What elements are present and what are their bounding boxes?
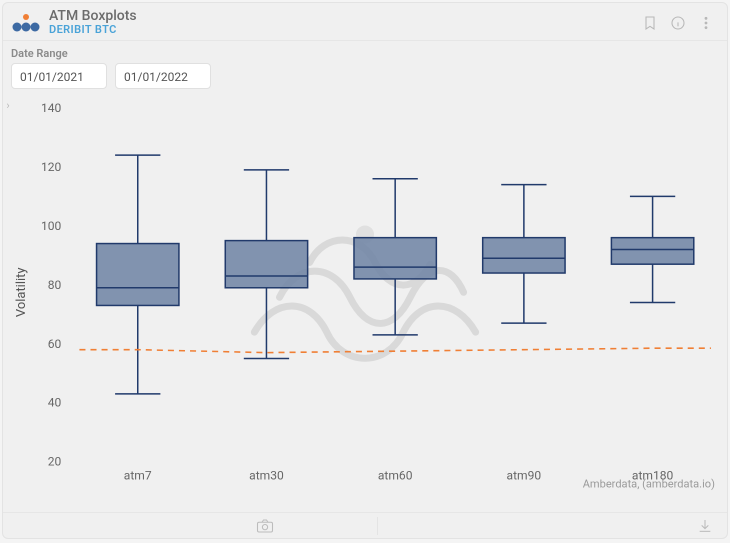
date-from-input[interactable]: 01/01/2021 <box>11 63 107 89</box>
attribution-text: Amberdata, (amberdata.io) <box>583 478 715 491</box>
y-tick-label: 20 <box>48 455 62 469</box>
chart-card: ATM Boxplots DERIBIT BTC Date Range 01/0… <box>2 2 728 539</box>
x-tick-label: atm7 <box>124 469 152 483</box>
controls-row: Date Range 01/01/2021 01/01/2022 <box>3 41 727 93</box>
x-tick-label: atm60 <box>378 469 413 483</box>
date-to-input[interactable]: 01/01/2022 <box>115 63 211 89</box>
footer-bar <box>3 512 727 538</box>
box <box>483 185 565 324</box>
y-tick-label: 120 <box>41 160 62 174</box>
box <box>97 156 179 395</box>
header-bar: ATM Boxplots DERIBIT BTC <box>3 3 727 41</box>
box-series <box>97 156 694 395</box>
y-axis: 20 40 60 80 100 120 140 <box>41 101 62 469</box>
x-tick-label: atm30 <box>249 469 284 483</box>
y-tick-label: 140 <box>41 101 62 115</box>
x-tick-label: atm90 <box>507 469 542 483</box>
bookmark-icon[interactable] <box>639 12 661 34</box>
y-tick-label: 100 <box>41 219 62 233</box>
more-icon[interactable] <box>695 12 717 34</box>
box <box>225 170 307 359</box>
card-title: ATM Boxplots <box>49 9 137 24</box>
camera-icon[interactable] <box>253 516 277 536</box>
y-tick-label: 40 <box>48 396 62 410</box>
date-range-label: Date Range <box>11 47 719 60</box>
y-axis-label: Volatility <box>14 268 29 318</box>
plot-area: 20 40 60 80 100 120 140 Volatility atm7 atm30 at… <box>3 93 727 512</box>
footer-divider <box>377 517 378 535</box>
y-tick-label: 80 <box>48 278 62 292</box>
download-icon[interactable] <box>695 516 715 536</box>
card-subtitle: DERIBIT BTC <box>49 24 137 36</box>
boxplot-chart: 20 40 60 80 100 120 140 Volatility atm7 atm30 at… <box>3 93 727 512</box>
info-icon[interactable] <box>667 12 689 34</box>
brand-logo <box>11 12 41 34</box>
box <box>611 197 693 303</box>
y-tick-label: 60 <box>48 337 62 351</box>
